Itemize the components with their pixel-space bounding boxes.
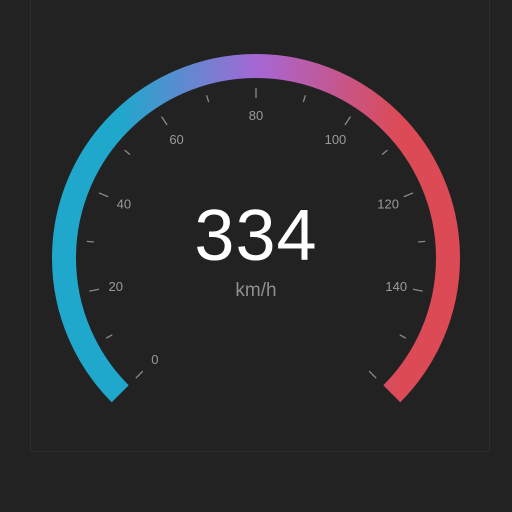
minor-tick [105, 334, 113, 339]
minor-tick [381, 149, 388, 156]
scale-label-80: 80 [249, 108, 263, 123]
minor-tick [206, 95, 210, 103]
minor-tick [399, 334, 407, 339]
minor-tick [302, 95, 306, 103]
major-tick [161, 116, 168, 126]
scale-label-0: 0 [151, 352, 158, 367]
scale-label-100: 100 [325, 132, 347, 147]
major-tick [368, 370, 377, 379]
speed-unit: km/h [235, 280, 277, 301]
speed-value: 334 [194, 196, 318, 276]
major-tick [344, 116, 351, 126]
minor-tick [124, 149, 131, 156]
major-tick [135, 370, 144, 379]
scale-label-60: 60 [169, 132, 183, 147]
